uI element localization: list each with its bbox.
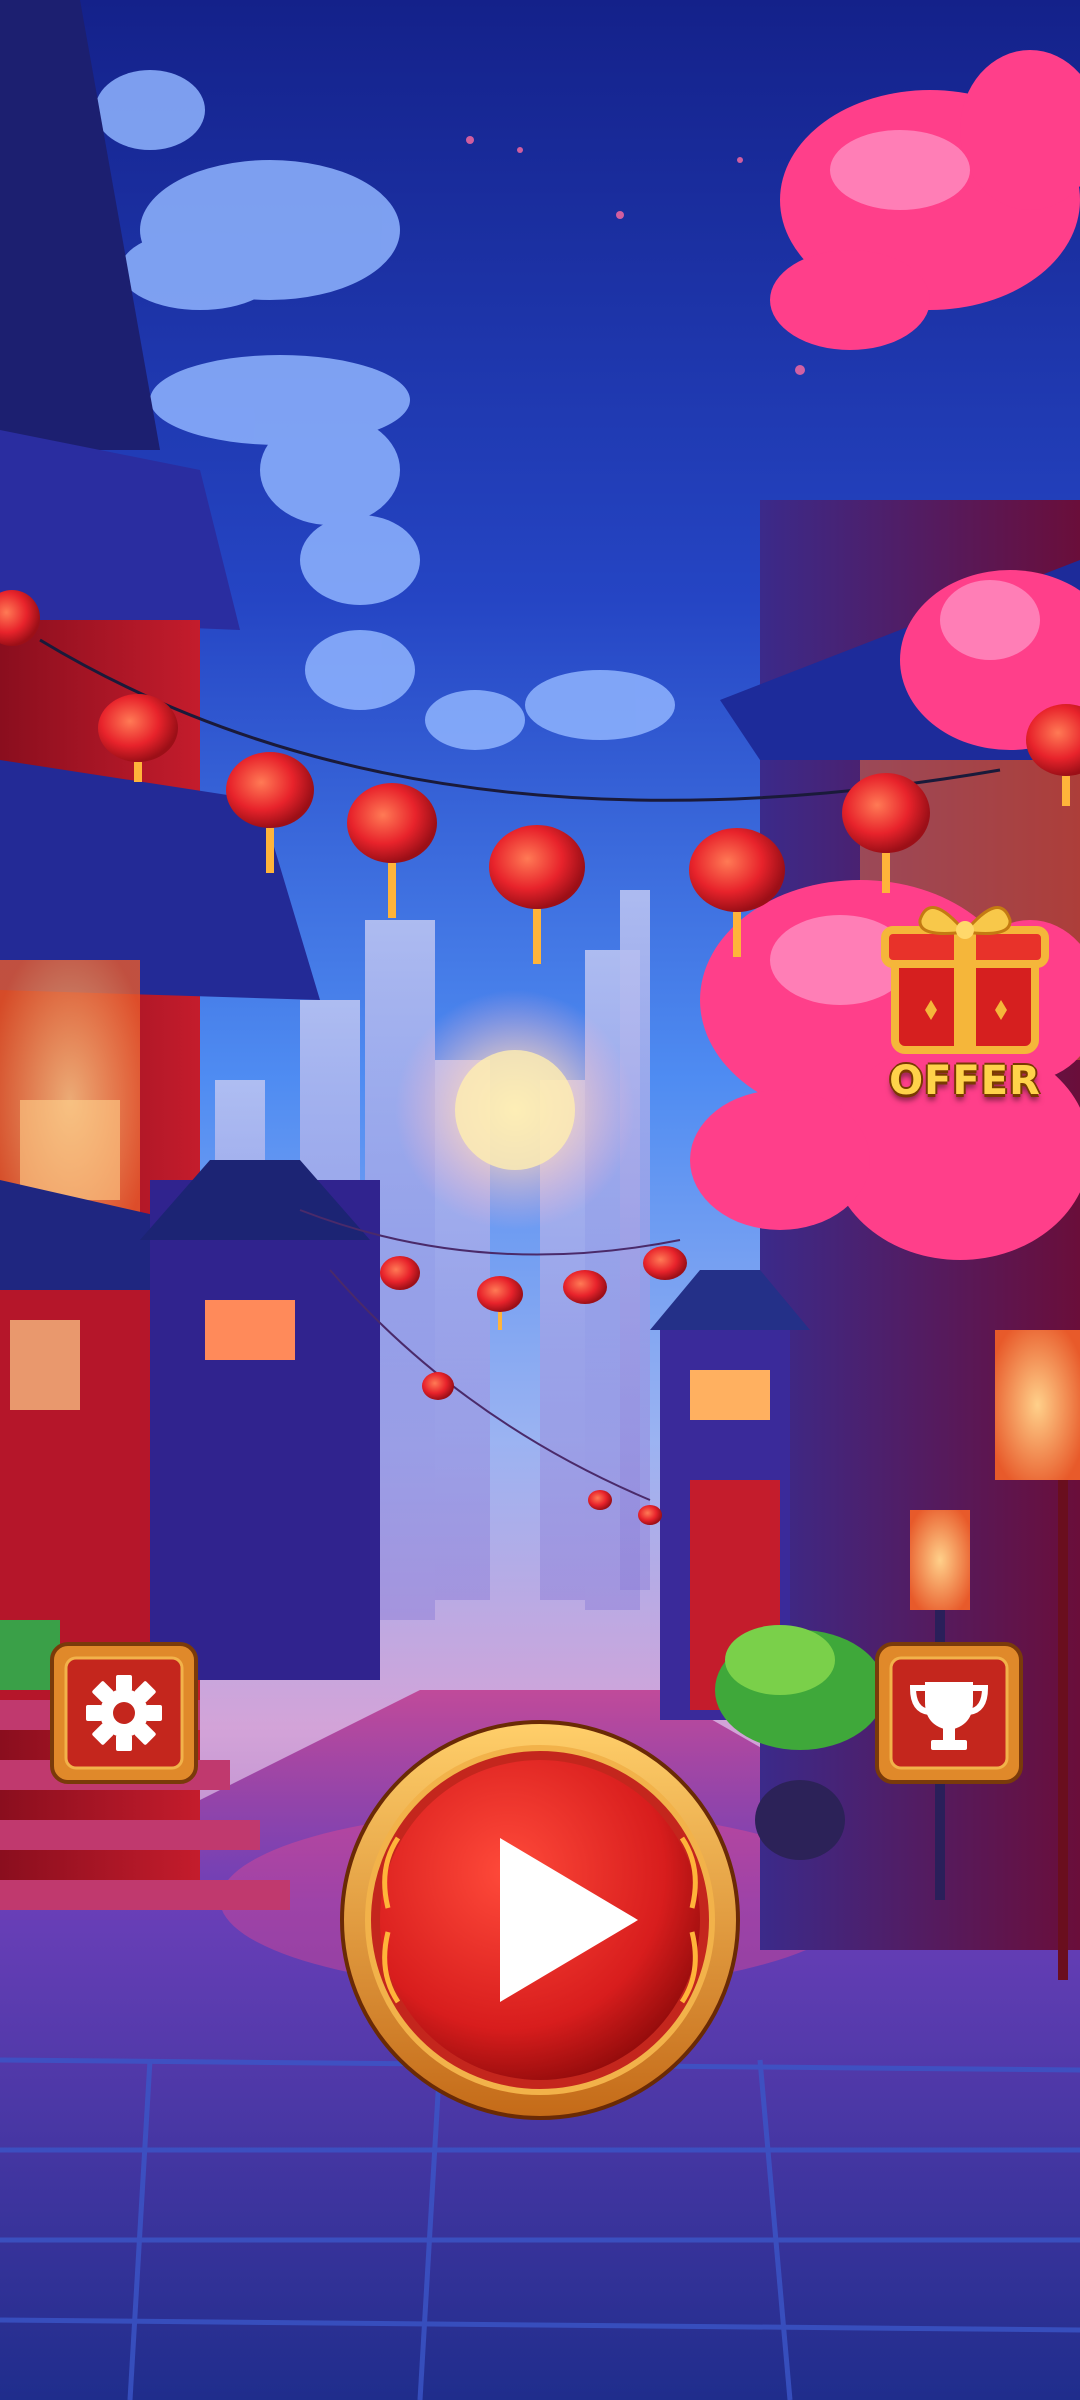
trophy-icon — [875, 1642, 1023, 1784]
settings-button[interactable] — [48, 1640, 200, 1786]
gear-icon — [50, 1642, 198, 1784]
play-button[interactable] — [338, 1718, 742, 2122]
gift-box-icon — [881, 906, 1049, 1054]
offer-label: OFFER — [889, 1058, 1041, 1104]
leaderboard-button[interactable] — [873, 1640, 1025, 1786]
